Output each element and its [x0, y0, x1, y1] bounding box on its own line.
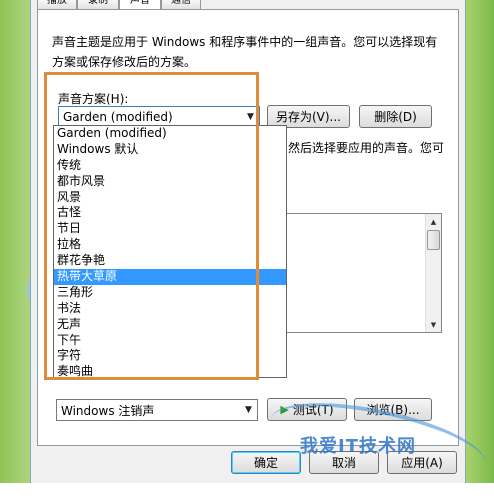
chevron-down-icon: ▼ — [245, 405, 252, 415]
scheme-option[interactable]: 风景 — [54, 190, 286, 206]
scheme-option[interactable]: 节日 — [54, 221, 286, 237]
ok-button[interactable]: 确定 — [231, 451, 301, 474]
sound-select[interactable]: Windows 注销声 ▼ — [56, 399, 258, 421]
watermark-text: 我爱IT技术网 — [300, 436, 416, 457]
scroll-down-icon[interactable]: ▼ — [426, 317, 441, 332]
sound-dialog: 播放 录制 声音 通信 声音主题是应用于 Windows 和程序事件中的一组声音… — [30, 0, 466, 483]
sound-select-value: Windows 注销声 — [61, 403, 155, 418]
description-text: 声音主题是应用于 Windows 和程序事件中的一组声音。您可以选择现有方案或保… — [52, 35, 438, 69]
scheme-option[interactable]: 奏鸣曲 — [54, 364, 286, 377]
scheme-option[interactable]: 书法 — [54, 301, 286, 317]
scheme-option[interactable]: 群花争艳 — [54, 253, 286, 269]
scroll-up-icon[interactable]: ▲ — [426, 214, 441, 229]
scheme-option[interactable]: Garden (modified) — [54, 126, 286, 142]
scheme-option[interactable]: 传统 — [54, 158, 286, 174]
chevron-down-icon: ▼ — [247, 112, 254, 122]
scheme-option[interactable]: 拉格 — [54, 237, 286, 253]
program-events-list[interactable]: ▲ ▼ — [270, 213, 442, 333]
scheme-label: 声音方案(H): — [58, 92, 129, 106]
scheme-option[interactable]: 下午 — [54, 333, 286, 349]
scheme-combo-value: Garden (modified) — [63, 110, 173, 124]
delete-button[interactable]: 删除(D) — [359, 105, 432, 128]
scheme-option[interactable]: 字符 — [54, 348, 286, 364]
scheme-dropdown-list[interactable]: Garden (modified) Windows 默认 传统 都市风景 风景 … — [53, 125, 287, 378]
instruction-text: 件，然后选择要应用的声音。您可 — [264, 141, 445, 155]
scheme-option[interactable]: 三角形 — [54, 285, 286, 301]
scheme-option[interactable]: 都市风景 — [54, 174, 286, 190]
scheme-option[interactable]: Windows 默认 — [54, 142, 286, 158]
scheme-option[interactable]: 无声 — [54, 317, 286, 333]
scroll-thumb[interactable] — [427, 230, 440, 250]
scheme-option-highlighted[interactable]: 热带大草原 — [54, 269, 286, 285]
events-scrollbar[interactable]: ▲ ▼ — [425, 214, 441, 332]
scheme-option[interactable]: 古怪 — [54, 205, 286, 221]
